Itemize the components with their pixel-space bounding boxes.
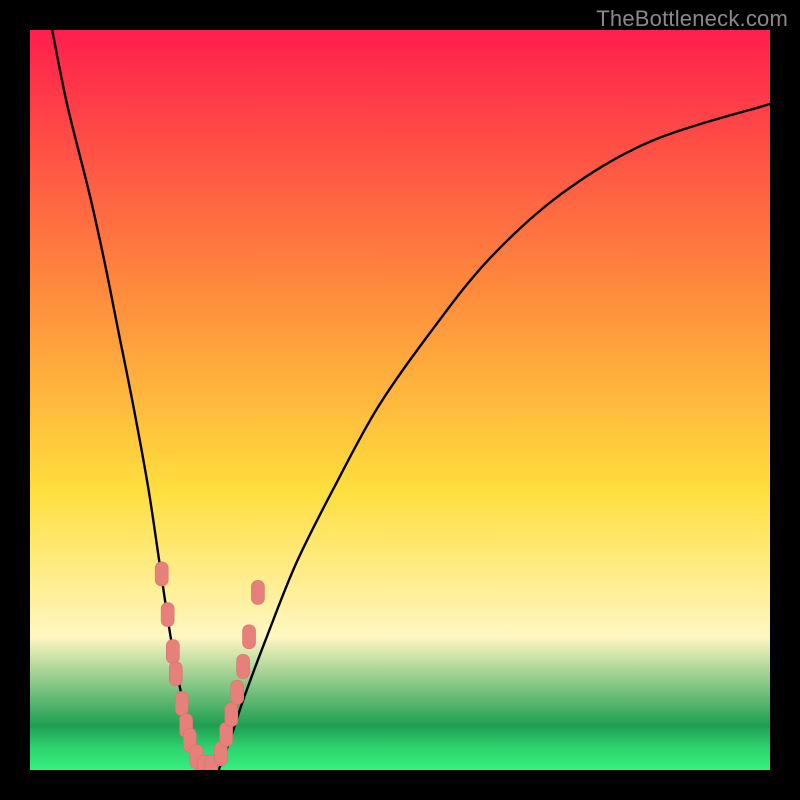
highlight-marker (231, 680, 244, 704)
highlight-marker (237, 654, 250, 678)
highlight-marker (251, 580, 264, 604)
watermark-text: TheBottleneck.com (596, 6, 788, 32)
highlight-marker (155, 562, 168, 586)
highlight-marker (169, 662, 182, 686)
highlight-marker (166, 640, 179, 664)
highlight-marker (225, 703, 238, 727)
highlight-marker (175, 691, 188, 715)
highlight-marker (161, 603, 174, 627)
highlight-marker (243, 625, 256, 649)
plot-frame: TheBottleneck.com (0, 0, 800, 800)
gradient-background (30, 30, 770, 770)
bottleneck-chart (30, 30, 770, 770)
